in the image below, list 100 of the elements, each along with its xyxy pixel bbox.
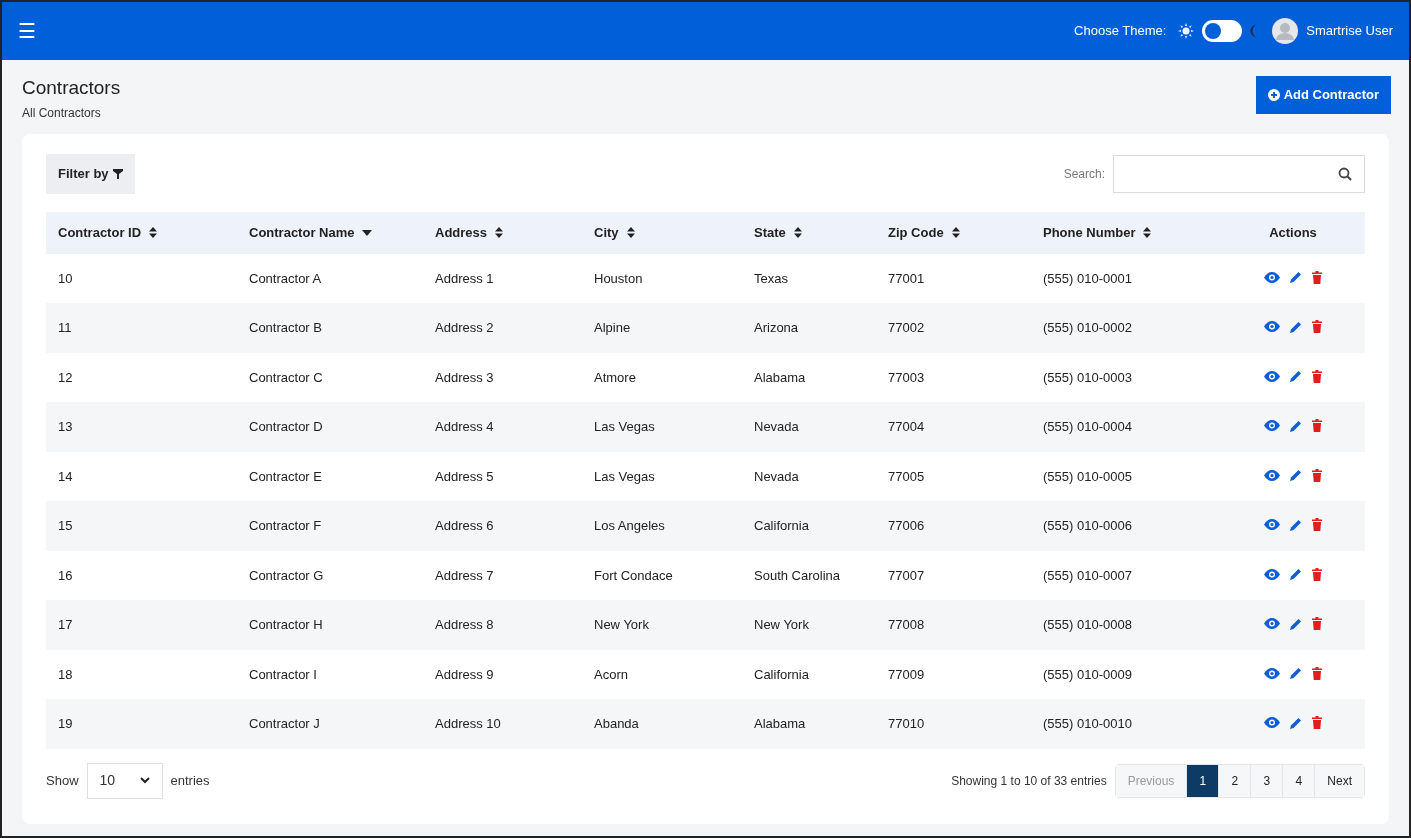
avatar-icon[interactable] [1272, 18, 1299, 44]
table-cell: Contractor E [249, 468, 322, 484]
table-cell: Texas [754, 270, 788, 286]
table-cell: 77002 [888, 320, 925, 336]
entries-summary: Showing 1 to 10 of 33 entries [951, 772, 1107, 790]
table-cell: Address 2 [435, 320, 494, 336]
table-cell: 77003 [888, 369, 925, 385]
table-cell: Acorn [594, 666, 628, 682]
pagination-nav-button[interactable]: Next [1314, 764, 1364, 797]
delete-trash-icon[interactable] [1312, 419, 1322, 433]
menu-button[interactable]: ☰ [18, 21, 36, 41]
filter-button[interactable]: Filter by [46, 153, 135, 194]
view-eye-icon[interactable] [1264, 321, 1280, 333]
view-eye-icon[interactable] [1264, 370, 1280, 382]
table-cell: Contractor D [249, 419, 323, 435]
edit-pencil-icon[interactable] [1290, 271, 1302, 284]
table-cell: 77005 [888, 468, 925, 484]
table-cell: Los Angeles [594, 518, 665, 534]
column-header[interactable]: Actions [1269, 223, 1317, 243]
table-cell: 77009 [888, 666, 925, 682]
delete-trash-icon[interactable] [1312, 270, 1322, 284]
edit-pencil-icon[interactable] [1290, 469, 1302, 482]
table-cell: California [754, 666, 809, 682]
column-header[interactable]: Contractor Name [249, 223, 373, 243]
table-cell: Las Vegas [594, 468, 655, 484]
table-cell: Contractor J [249, 716, 320, 732]
view-eye-icon[interactable] [1264, 618, 1280, 630]
table-cell: 11 [58, 320, 72, 336]
delete-trash-icon[interactable] [1312, 320, 1322, 334]
column-header[interactable]: Phone Number [1043, 223, 1152, 243]
delete-trash-icon[interactable] [1312, 666, 1322, 680]
sort-icon [149, 227, 158, 239]
filter-icon [112, 168, 123, 179]
table-cell: (555) 010-0002 [1043, 320, 1132, 336]
edit-pencil-icon[interactable] [1290, 370, 1302, 383]
column-header[interactable]: Address [435, 223, 504, 243]
page-number-button[interactable]: 4 [1282, 764, 1315, 797]
delete-trash-icon[interactable] [1312, 567, 1322, 581]
view-eye-icon[interactable] [1264, 717, 1280, 729]
table-cell: (555) 010-0001 [1043, 270, 1132, 286]
table-cell: Address 4 [435, 419, 494, 435]
search-field[interactable] [1113, 154, 1365, 193]
edit-pencil-icon[interactable] [1290, 617, 1302, 630]
column-header[interactable]: State [754, 223, 802, 243]
table-cell: Contractor A [249, 270, 322, 286]
view-eye-icon[interactable] [1264, 568, 1280, 580]
view-eye-icon[interactable] [1264, 420, 1280, 432]
edit-pencil-icon[interactable] [1290, 419, 1302, 432]
delete-trash-icon[interactable] [1312, 617, 1322, 631]
page-size-select[interactable]: 10 [86, 762, 163, 799]
user-name[interactable]: Smartrise User [1306, 21, 1393, 41]
page-number-button[interactable]: 3 [1250, 764, 1283, 797]
page-title: Contractors [22, 76, 121, 100]
table-cell: 18 [58, 666, 73, 682]
page-number-button[interactable]: 1 [1186, 764, 1219, 797]
table-cell: (555) 010-0003 [1043, 369, 1132, 385]
edit-pencil-icon[interactable] [1290, 716, 1302, 729]
table-cell: 77010 [888, 716, 925, 732]
table-cell: Contractor B [249, 320, 322, 336]
page-number-button[interactable]: 2 [1218, 764, 1251, 797]
table-cell: (555) 010-0009 [1043, 666, 1132, 682]
table-cell: (555) 010-0007 [1043, 567, 1132, 583]
edit-pencil-icon[interactable] [1290, 667, 1302, 680]
view-eye-icon[interactable] [1264, 271, 1280, 283]
table-cell: Contractor G [249, 567, 324, 583]
table-cell: Abanda [594, 716, 639, 732]
add-contractor-button[interactable]: Add Contractor [1255, 76, 1391, 114]
view-eye-icon[interactable] [1264, 667, 1280, 679]
table-cell: Address 3 [435, 369, 494, 385]
column-header[interactable]: City [594, 223, 635, 243]
theme-toggle[interactable] [1202, 20, 1243, 42]
delete-trash-icon[interactable] [1312, 369, 1322, 383]
table-cell: South Carolina [754, 567, 840, 583]
delete-trash-icon[interactable] [1312, 716, 1322, 730]
edit-pencil-icon[interactable] [1290, 320, 1302, 333]
table-cell: 13 [58, 419, 73, 435]
table-cell: Houston [594, 270, 643, 286]
table-cell: Address 6 [435, 518, 494, 534]
table-cell: 77001 [888, 270, 925, 286]
table-cell: Address 10 [435, 716, 501, 732]
table-cell: Address 5 [435, 468, 494, 484]
table-cell: California [754, 518, 809, 534]
table-cell: Fort Condace [594, 567, 673, 583]
sort-icon [793, 227, 802, 239]
table-cell: Alpine [594, 320, 631, 336]
table-cell: Address 7 [435, 567, 494, 583]
edit-pencil-icon[interactable] [1290, 518, 1302, 531]
table-cell: (555) 010-0005 [1043, 468, 1132, 484]
table-cell: (555) 010-0008 [1043, 617, 1132, 633]
sort-icon [951, 227, 960, 239]
edit-pencil-icon[interactable] [1290, 568, 1302, 581]
delete-trash-icon[interactable] [1312, 518, 1322, 532]
column-header[interactable]: Contractor ID [58, 223, 158, 243]
view-eye-icon[interactable] [1264, 469, 1280, 481]
delete-trash-icon[interactable] [1312, 468, 1322, 482]
table-cell: Alabama [754, 369, 806, 385]
view-eye-icon[interactable] [1264, 519, 1280, 531]
search-icon [1338, 166, 1352, 181]
column-header[interactable]: Zip Code [888, 223, 960, 243]
table-cell: Contractor H [249, 617, 323, 633]
